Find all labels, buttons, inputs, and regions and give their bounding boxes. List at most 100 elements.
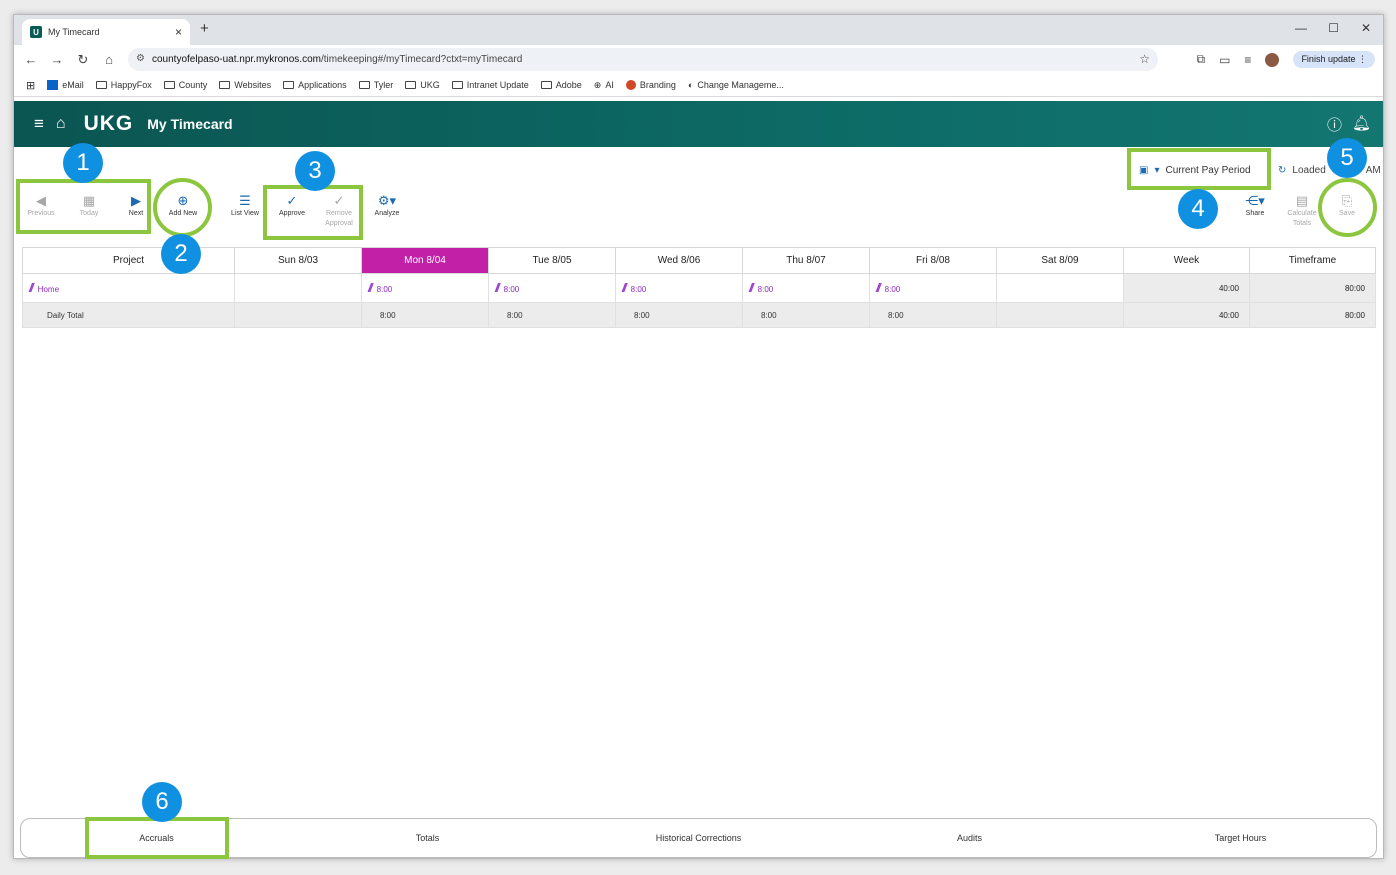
browser-window: U My Timecard × + — ☐ ✕ ← → ↻ ⌂ ⚙ county…	[13, 14, 1384, 859]
finish-update-button[interactable]: Finish update ⋮	[1293, 51, 1375, 68]
column-header[interactable]: Thu 8/07	[742, 247, 870, 274]
list-view-button[interactable]: ☰ List View	[228, 193, 262, 219]
ukg-logo: UKG	[83, 112, 134, 135]
column-header[interactable]: Sat 8/09	[996, 247, 1124, 274]
minimize-icon[interactable]: —	[1295, 21, 1307, 35]
menu-icon[interactable]: ≡	[34, 114, 44, 134]
step-badge-4: 4	[1178, 189, 1218, 229]
project-label: Home	[37, 285, 60, 294]
share-button[interactable]: ⋲▾ Share	[1240, 193, 1270, 219]
column-header[interactable]: Sun 8/03	[234, 247, 362, 274]
loaded-time-suffix: AM	[1365, 165, 1381, 176]
home-icon[interactable]: ⌂	[96, 52, 122, 67]
tab-audits[interactable]: Audits	[834, 819, 1105, 857]
bookmark-change-management[interactable]: ◐ Change Manageme...	[688, 80, 784, 90]
bookmark-email[interactable]: eMail	[47, 80, 84, 90]
tab-historical-corrections[interactable]: Historical Corrections	[563, 819, 834, 857]
reading-list-icon[interactable]: ≡	[1244, 53, 1251, 67]
analyze-label: Analyze	[374, 210, 400, 217]
transfer-icon: //	[749, 281, 753, 295]
column-header: Timeframe	[1249, 247, 1376, 274]
bookmark-happyfox[interactable]: HappyFox	[95, 80, 152, 90]
site-settings-icon[interactable]: ⚙	[136, 53, 145, 64]
cast-icon[interactable]: ▭	[1219, 53, 1230, 67]
tab-strip: U My Timecard × + — ☐ ✕	[14, 15, 1383, 45]
powerpoint-icon	[625, 80, 636, 90]
step-badge-6: 6	[142, 782, 182, 822]
tab-totals[interactable]: Totals	[292, 819, 563, 857]
hours-cell[interactable]: // 8:00	[742, 273, 870, 303]
extensions-icon[interactable]: ⧉	[1197, 52, 1206, 67]
notification-bell-icon[interactable]: 🔔︎	[1352, 114, 1371, 135]
week-total-cell: 40:00	[1123, 273, 1250, 303]
bookmark-adobe[interactable]: Adobe	[540, 80, 582, 90]
column-header[interactable]: Wed 8/06	[615, 247, 743, 274]
calculate-totals-button[interactable]: ▤ Calculate Totals	[1284, 193, 1320, 229]
calculate-label: Calculate	[1287, 210, 1317, 217]
hours-cell[interactable]	[234, 273, 362, 303]
close-icon[interactable]: ×	[175, 25, 182, 39]
bookmark-branding[interactable]: Branding	[625, 80, 676, 90]
daily-total-label: Daily Total	[22, 302, 235, 328]
bookmark-label: Applications	[298, 80, 347, 90]
project-cell[interactable]: // Home	[22, 273, 235, 303]
bookmark-label: AI	[605, 80, 614, 90]
address-bar: ← → ↻ ⌂ ⚙ countyofelpaso-uat.npr.mykrono…	[14, 45, 1383, 74]
bookmark-label: Websites	[234, 80, 272, 90]
hours-cell[interactable]	[996, 273, 1124, 303]
hours-cell[interactable]: // 8:00	[869, 273, 997, 303]
bookmark-applications[interactable]: Applications	[283, 80, 347, 90]
grid-header-row: Project Sun 8/03 Mon 8/04 Tue 8/05 Wed 8…	[22, 247, 1376, 274]
folder-icon	[358, 81, 370, 89]
column-header[interactable]: Tue 8/05	[488, 247, 616, 274]
bookmarks-bar: ⊞ eMail HappyFox County Websites Applica…	[14, 74, 1383, 97]
analyze-button[interactable]: ⚙▾ Analyze	[370, 193, 404, 219]
back-icon[interactable]: ←	[18, 52, 44, 67]
bookmark-label: eMail	[62, 80, 84, 90]
bookmark-websites[interactable]: Websites	[219, 80, 271, 90]
url-host: countyofelpaso-uat.npr.mykronos.com	[152, 54, 321, 65]
help-icon[interactable]: ⓘ	[1327, 114, 1342, 135]
apps-grid-icon[interactable]: ⊞	[26, 79, 35, 92]
home-icon[interactable]: ⌂	[56, 115, 66, 133]
folder-icon	[451, 81, 463, 89]
transfer-icon: //	[29, 281, 33, 295]
column-header[interactable]: Fri 8/08	[869, 247, 997, 274]
bookmark-label: Tyler	[373, 80, 394, 90]
bookmark-county[interactable]: County	[163, 80, 207, 90]
new-tab-icon[interactable]: +	[200, 20, 209, 37]
list-icon: ☰	[239, 193, 251, 208]
hours-value: 8:00	[630, 285, 647, 294]
share-icon: ⋲▾	[1245, 193, 1265, 208]
hours-value: 8:00	[503, 285, 520, 294]
bookmark-intranet-update[interactable]: Intranet Update	[451, 80, 529, 90]
bookmark-star-icon[interactable]: ☆	[1139, 52, 1150, 66]
hours-cell[interactable]: // 8:00	[615, 273, 743, 303]
reload-icon[interactable]: ↻	[70, 52, 96, 68]
bookmark-ukg[interactable]: UKG	[405, 80, 440, 90]
window-close-icon[interactable]: ✕	[1361, 21, 1371, 35]
folder-icon	[163, 81, 175, 89]
week-total-cell: 40:00	[1123, 302, 1250, 328]
timeframe-total-cell: 80:00	[1249, 273, 1376, 303]
step-badge-3: 3	[295, 151, 335, 191]
bookmark-ai[interactable]: ⊕ AI	[594, 80, 614, 91]
profile-avatar[interactable]	[1265, 52, 1280, 67]
refresh-icon[interactable]: ↻	[1278, 165, 1286, 176]
bookmark-tyler[interactable]: Tyler	[358, 80, 394, 90]
highlight-box-approve	[263, 185, 363, 240]
column-header-today[interactable]: Mon 8/04	[361, 247, 489, 274]
bookmark-label: HappyFox	[110, 80, 152, 90]
globe-icon: ⊕	[593, 79, 602, 90]
hours-cell[interactable]: // 8:00	[488, 273, 616, 303]
table-row: // Home // 8:00 // 8:00 // 8:00 // 8:00 // 8:0…	[22, 273, 1376, 303]
column-header: Week	[1123, 247, 1250, 274]
maximize-icon[interactable]: ☐	[1328, 21, 1339, 35]
total-cell: 8:00	[869, 302, 997, 328]
daily-total-row: Daily Total 8:00 8:00 8:00 8:00 8:00 40:…	[22, 302, 1376, 328]
url-input[interactable]: ⚙ countyofelpaso-uat.npr.mykronos.com/ti…	[128, 48, 1158, 71]
forward-icon[interactable]: →	[44, 52, 70, 67]
tab-target-hours[interactable]: Target Hours	[1105, 819, 1376, 857]
browser-tab[interactable]: U My Timecard ×	[22, 19, 190, 45]
hours-cell[interactable]: // 8:00	[361, 273, 489, 303]
